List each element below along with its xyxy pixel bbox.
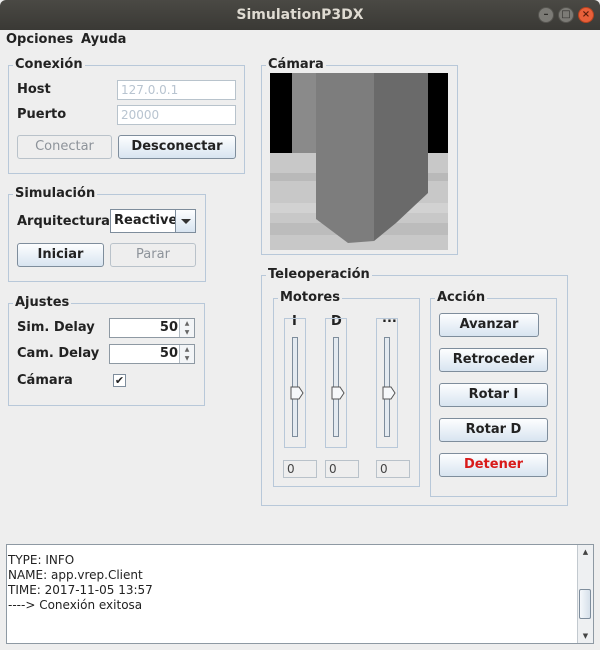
log-line: TIME: 2017-11-05 13:57 — [8, 583, 153, 597]
scrollbar-thumb[interactable] — [579, 589, 591, 619]
spinner-up-icon[interactable]: ▲ — [179, 345, 194, 354]
motor-both-value: 0 — [376, 460, 410, 478]
teleoperacion-legend: Teleoperación — [268, 267, 370, 282]
port-label: Puerto — [17, 107, 67, 122]
motores-legend: Motores — [280, 290, 340, 305]
checkmark-icon: ✔ — [114, 374, 125, 387]
arquitectura-value: Reactive — [114, 213, 178, 228]
spinner-down-icon[interactable]: ▼ — [179, 328, 194, 337]
camara-checkbox[interactable]: ✔ — [113, 374, 126, 387]
host-label: Host — [17, 82, 51, 97]
log-line: ----> Conexión exitosa — [8, 598, 143, 612]
window-title: SimulationP3DX — [236, 7, 364, 23]
menu-opciones[interactable]: Opciones — [6, 32, 73, 47]
chevron-down-icon[interactable] — [175, 210, 195, 232]
scroll-down-icon[interactable]: ▼ — [578, 629, 593, 643]
slider-thumb[interactable] — [290, 386, 304, 400]
ajustes-legend: Ajustes — [15, 295, 70, 310]
disconnect-button[interactable]: Desconectar — [118, 135, 236, 159]
arquitectura-label: Arquitectura — [17, 214, 110, 229]
retroceder-button[interactable]: Retroceder — [439, 348, 548, 372]
console-scrollbar[interactable]: ▲ ▼ — [577, 545, 593, 643]
cam-delay-spinner[interactable]: 50 ▲ ▼ — [109, 344, 195, 364]
menu-ayuda[interactable]: Ayuda — [81, 32, 126, 47]
slider-thumb[interactable] — [382, 386, 396, 400]
port-field[interactable]: 20000 — [117, 105, 236, 125]
camera-view-image — [270, 73, 448, 250]
sim-delay-value: 50 — [159, 320, 178, 335]
cam-delay-label: Cam. Delay — [17, 346, 100, 361]
motor-left-value: 0 — [283, 460, 317, 478]
scroll-up-icon[interactable]: ▲ — [578, 545, 593, 559]
cam-delay-value: 50 — [159, 346, 178, 361]
maximize-icon[interactable]: □ — [558, 7, 574, 23]
log-console[interactable]: TYPE: INFO NAME: app.vrep.Client TIME: 2… — [6, 544, 594, 644]
connect-button[interactable]: Conectar — [17, 135, 112, 159]
simulacion-panel: Simulación — [8, 187, 206, 282]
minimize-icon[interactable]: – — [538, 7, 554, 23]
detener-button[interactable]: Detener — [439, 453, 548, 477]
spinner-up-icon[interactable]: ▲ — [179, 319, 194, 328]
camara-label: Cámara — [17, 373, 73, 388]
close-icon[interactable]: × — [578, 7, 594, 23]
motor-slider-left[interactable] — [284, 318, 306, 448]
conexion-legend: Conexión — [15, 57, 83, 72]
sim-delay-spinner[interactable]: 50 ▲ ▼ — [109, 318, 195, 338]
avanzar-button[interactable]: Avanzar — [439, 313, 539, 337]
sim-delay-label: Sim. Delay — [17, 320, 95, 335]
stop-button[interactable]: Parar — [110, 243, 196, 267]
arquitectura-select[interactable]: Reactive — [110, 209, 196, 233]
slider-thumb[interactable] — [331, 386, 345, 400]
spinner-down-icon[interactable]: ▼ — [179, 354, 194, 363]
log-line: NAME: app.vrep.Client — [8, 568, 143, 582]
start-button[interactable]: Iniciar — [17, 243, 104, 267]
simulacion-legend: Simulación — [15, 186, 96, 201]
rotar-i-button[interactable]: Rotar I — [439, 383, 548, 407]
log-line: TYPE: INFO — [8, 553, 75, 567]
motor-slider-both[interactable] — [376, 318, 398, 448]
rotar-d-button[interactable]: Rotar D — [439, 418, 548, 442]
accion-legend: Acción — [437, 290, 486, 305]
camara-legend: Cámara — [268, 57, 324, 72]
motor-slider-right[interactable] — [325, 318, 347, 448]
motor-right-value: 0 — [325, 460, 359, 478]
window-titlebar: SimulationP3DX – □ × — [0, 0, 600, 30]
menubar: Opciones Ayuda — [0, 30, 600, 50]
host-field[interactable]: 127.0.0.1 — [117, 80, 236, 100]
